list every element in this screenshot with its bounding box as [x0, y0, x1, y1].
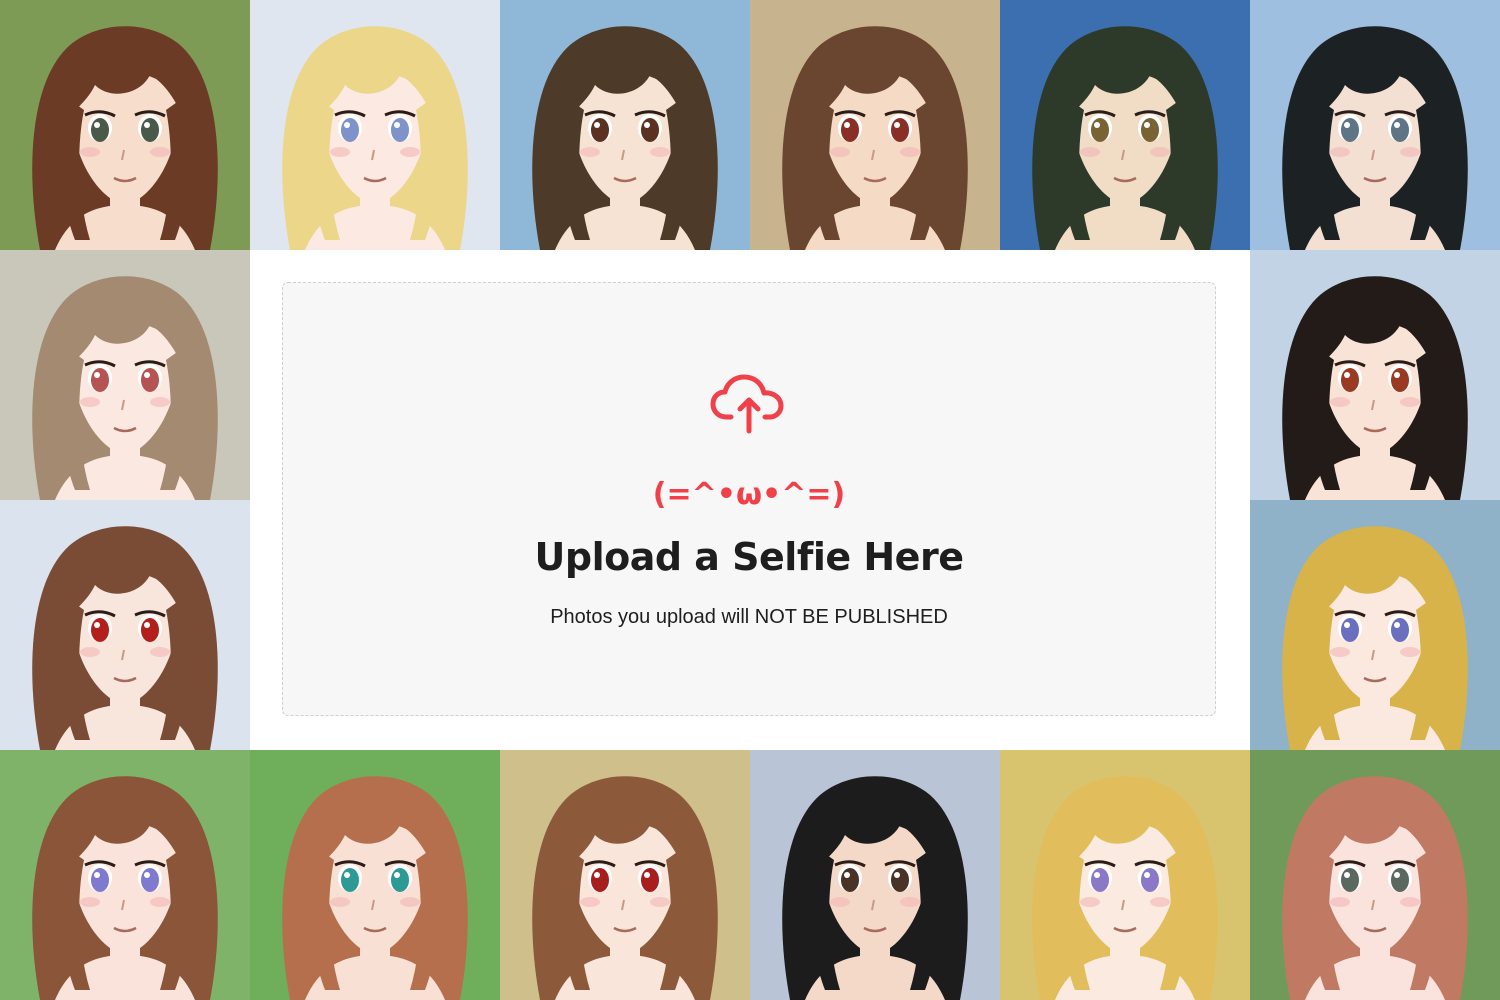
anime-portrait-12 — [250, 750, 500, 1000]
anime-portrait-6 — [1250, 0, 1500, 250]
portrait-image — [750, 750, 1000, 1000]
anime-portrait-7 — [0, 250, 250, 500]
upload-panel: (=^•ω•^=) Upload a Selfie Here Photos yo… — [250, 250, 1250, 750]
anime-gallery-page: (=^•ω•^=) Upload a Selfie Here Photos yo… — [0, 0, 1500, 1000]
portrait-image — [1000, 750, 1250, 1000]
portrait-image — [1250, 500, 1500, 750]
portrait-image — [0, 750, 250, 1000]
portrait-image — [750, 0, 1000, 250]
portrait-image — [0, 500, 250, 750]
portrait-image — [0, 250, 250, 500]
portrait-image — [1250, 250, 1500, 500]
anime-portrait-2 — [250, 0, 500, 250]
privacy-notice: Photos you upload will NOT BE PUBLISHED — [550, 606, 948, 628]
anime-portrait-8 — [1250, 250, 1500, 500]
cloud-upload-icon — [710, 374, 784, 434]
portrait-image — [500, 0, 750, 250]
anime-portrait-11 — [0, 750, 250, 1000]
portrait-image — [1250, 750, 1500, 1000]
anime-portrait-13 — [500, 750, 750, 1000]
portrait-image — [500, 750, 750, 1000]
upload-title: Upload a Selfie Here — [534, 535, 964, 579]
portrait-image — [250, 750, 500, 1000]
anime-portrait-3 — [500, 0, 750, 250]
cat-kaomoji: (=^•ω•^=) — [652, 477, 846, 512]
portrait-image — [250, 0, 500, 250]
anime-portrait-14 — [750, 750, 1000, 1000]
anime-portrait-10 — [1250, 500, 1500, 750]
anime-portrait-16 — [1250, 750, 1500, 1000]
portrait-image — [1000, 0, 1250, 250]
anime-portrait-15 — [1000, 750, 1250, 1000]
portrait-image — [1250, 0, 1500, 250]
anime-portrait-9 — [0, 500, 250, 750]
anime-portrait-1 — [0, 0, 250, 250]
anime-portrait-4 — [750, 0, 1000, 250]
portrait-image — [0, 0, 250, 250]
anime-portrait-5 — [1000, 0, 1250, 250]
selfie-dropzone[interactable]: (=^•ω•^=) Upload a Selfie Here Photos yo… — [282, 282, 1216, 716]
